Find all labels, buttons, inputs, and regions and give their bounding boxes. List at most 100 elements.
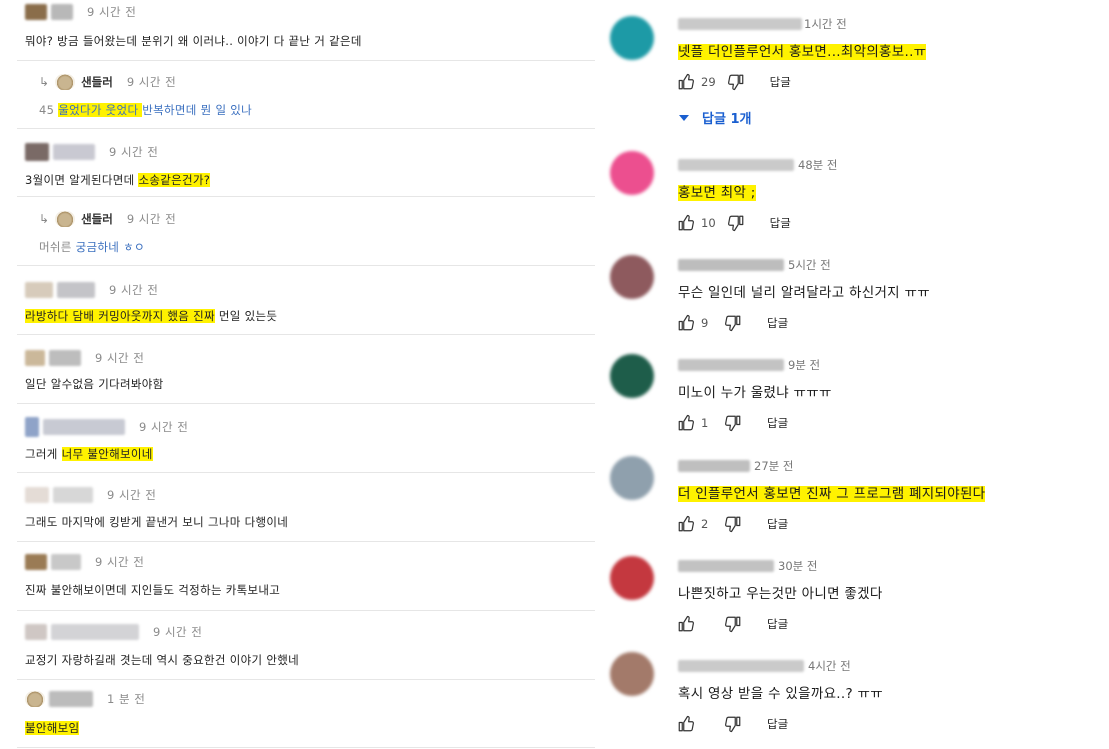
avatar[interactable] <box>610 16 654 60</box>
comment-item: 5시간 전 무슨 일인데 널리 알려달라고 하신거지 ㅠㅠ 9 답글 <box>608 255 1103 349</box>
comment-text: 무슨 일인데 널리 알려달라고 하신거지 ㅠㅠ <box>678 285 930 301</box>
avatar[interactable] <box>25 350 45 366</box>
thumbs-up-icon[interactable] <box>676 714 696 734</box>
comment-header: 9분 전 <box>678 357 820 373</box>
author-name[interactable] <box>57 282 95 298</box>
comment-header: 1시간 전 <box>678 16 847 32</box>
avatar[interactable] <box>610 652 654 696</box>
thumbs-down-icon[interactable] <box>723 514 743 534</box>
avatar[interactable] <box>610 151 654 195</box>
show-replies-label: 답글 1개 <box>702 112 752 127</box>
reply-button[interactable]: 답글 <box>767 616 788 632</box>
author-name[interactable] <box>678 660 804 672</box>
avatar[interactable] <box>25 624 47 640</box>
author-name[interactable] <box>49 350 81 366</box>
avatar[interactable] <box>25 143 49 161</box>
author-name[interactable] <box>678 159 794 171</box>
caret-down-icon <box>679 114 689 121</box>
comment-header: 9 시간 전 <box>25 2 136 22</box>
avatar[interactable] <box>610 255 654 299</box>
avatar[interactable] <box>25 4 47 20</box>
comment-actions: 29 답글 <box>676 72 791 92</box>
comment-text: 홍보면 최악 ; <box>678 181 756 201</box>
comment-actions: 2 답글 <box>676 514 788 534</box>
avatar[interactable] <box>55 74 76 90</box>
author-name[interactable] <box>53 144 95 160</box>
comment-text: 라방하다 담배 커밍아웃까지 했음 진짜 먼일 있는듯 <box>25 308 277 324</box>
comment-actions: 답글 <box>676 714 788 734</box>
comment-text-plain: 3월이면 알게된다면데 <box>25 173 139 187</box>
highlighted-text: 너무 불안해보이네 <box>61 447 153 461</box>
comment-header: 27분 전 <box>678 458 793 474</box>
comment-text: 혹시 영상 받을 수 있을까요..? ㅠㅠ <box>678 686 883 702</box>
reply-button[interactable]: 답글 <box>767 315 788 331</box>
thumbs-down-icon[interactable] <box>723 413 743 433</box>
reply-item: ↳ 샌들러 9 시간 전 머쉬른 궁금하네 ㅎㅇ <box>17 198 595 266</box>
author-name[interactable] <box>678 460 750 472</box>
highlighted-text: 넷플 더인플루언서 홍보면...최악의홍보..ㅠ <box>678 44 927 60</box>
comment-item: 9 시간 전 진짜 불안해보이면데 지인들도 걱정하는 카톡보내고 <box>17 543 595 611</box>
highlighted-text: 홍보면 최악 ; <box>678 185 756 201</box>
avatar[interactable] <box>25 282 53 298</box>
mention[interactable]: 45 <box>39 103 54 117</box>
reply-button[interactable]: 답글 <box>770 74 791 90</box>
avatar[interactable] <box>25 417 39 437</box>
comment-header: 9 시간 전 <box>25 552 144 572</box>
comment-item: 9 시간 전 일단 알수없음 기다려봐야함 <box>17 336 595 404</box>
thumbs-up-icon[interactable] <box>676 514 696 534</box>
highlighted-text: 라방하다 담배 커밍아웃까지 했음 진짜 <box>25 309 215 323</box>
author-name[interactable] <box>43 419 125 435</box>
author-name[interactable] <box>53 487 93 503</box>
mention[interactable]: 머쉬른 <box>39 240 72 254</box>
comment-text: 교정기 자랑하길래 겻는데 역시 중요한건 이야기 안했네 <box>25 653 299 667</box>
like-count: 9 <box>701 316 709 330</box>
thumbs-up-icon[interactable] <box>676 313 696 333</box>
avatar[interactable] <box>610 456 654 500</box>
comment-text: 진짜 불안해보이면데 지인들도 걱정하는 카톡보내고 <box>25 583 281 597</box>
thumbs-down-icon[interactable] <box>723 714 743 734</box>
thumbs-up-icon[interactable] <box>676 72 696 92</box>
avatar[interactable] <box>610 354 654 398</box>
reply-item: ↳ 샌들러 9 시간 전 45 울었다가 웃었다 반복하면데 뭔 일 있나 <box>17 62 595 129</box>
comment-text: 미노이 누가 울렸냐 ㅠㅠㅠ <box>678 385 832 401</box>
avatar[interactable] <box>25 487 49 503</box>
reply-button[interactable]: 답글 <box>767 716 788 732</box>
avatar[interactable] <box>25 691 45 707</box>
highlighted-text: 더 인플루언서 홍보면 진짜 그 프로그램 폐지되야된다 <box>678 486 986 502</box>
thumbs-down-icon[interactable] <box>723 614 743 634</box>
comment-text: 넷플 더인플루언서 홍보면...최악의홍보..ㅠ <box>678 40 927 60</box>
author-name[interactable] <box>51 4 73 20</box>
comment-item: 9 시간 전 교정기 자랑하길래 겻는데 역시 중요한건 이야기 안했네 <box>17 612 595 680</box>
reply-button[interactable]: 답글 <box>767 516 788 532</box>
reply-header: ↳ 샌들러 9 시간 전 <box>39 72 176 92</box>
author-name[interactable] <box>49 691 93 707</box>
like-count: 10 <box>701 216 716 230</box>
author-name[interactable] <box>51 624 139 640</box>
comment-time: 9 시간 전 <box>107 488 157 502</box>
thumbs-down-icon[interactable] <box>723 313 743 333</box>
avatar[interactable] <box>25 554 47 570</box>
author-name[interactable] <box>678 560 774 572</box>
comment-time: 9 시간 전 <box>109 145 159 159</box>
show-replies-button[interactable]: 답글 1개 <box>678 108 751 127</box>
thumbs-up-icon[interactable] <box>676 614 696 634</box>
avatar[interactable] <box>610 556 654 600</box>
author-name[interactable] <box>678 259 784 271</box>
avatar[interactable] <box>55 211 76 227</box>
author-name[interactable] <box>51 554 81 570</box>
author-name[interactable]: 샌들러 <box>81 211 113 227</box>
author-name[interactable] <box>678 18 802 30</box>
reply-button[interactable]: 답글 <box>767 415 788 431</box>
thumbs-down-icon[interactable] <box>726 72 746 92</box>
thumbs-down-icon[interactable] <box>726 213 746 233</box>
comment-item: 1시간 전 넷플 더인플루언서 홍보면...최악의홍보..ㅠ 29 답글 답글 … <box>608 16 1103 136</box>
comment-time: 27분 전 <box>754 459 794 473</box>
comment-item: 9 시간 전 3월이면 알게된다면데 소송같은건가? <box>17 130 595 197</box>
comment-text: 불안해보임 <box>25 720 80 736</box>
author-name[interactable]: 샌들러 <box>81 74 113 90</box>
reply-button[interactable]: 답글 <box>770 215 791 231</box>
thumbs-up-icon[interactable] <box>676 413 696 433</box>
comment-item: 9 시간 전 라방하다 담배 커밍아웃까지 했음 진짜 먼일 있는듯 <box>17 267 595 335</box>
thumbs-up-icon[interactable] <box>676 213 696 233</box>
author-name[interactable] <box>678 359 784 371</box>
